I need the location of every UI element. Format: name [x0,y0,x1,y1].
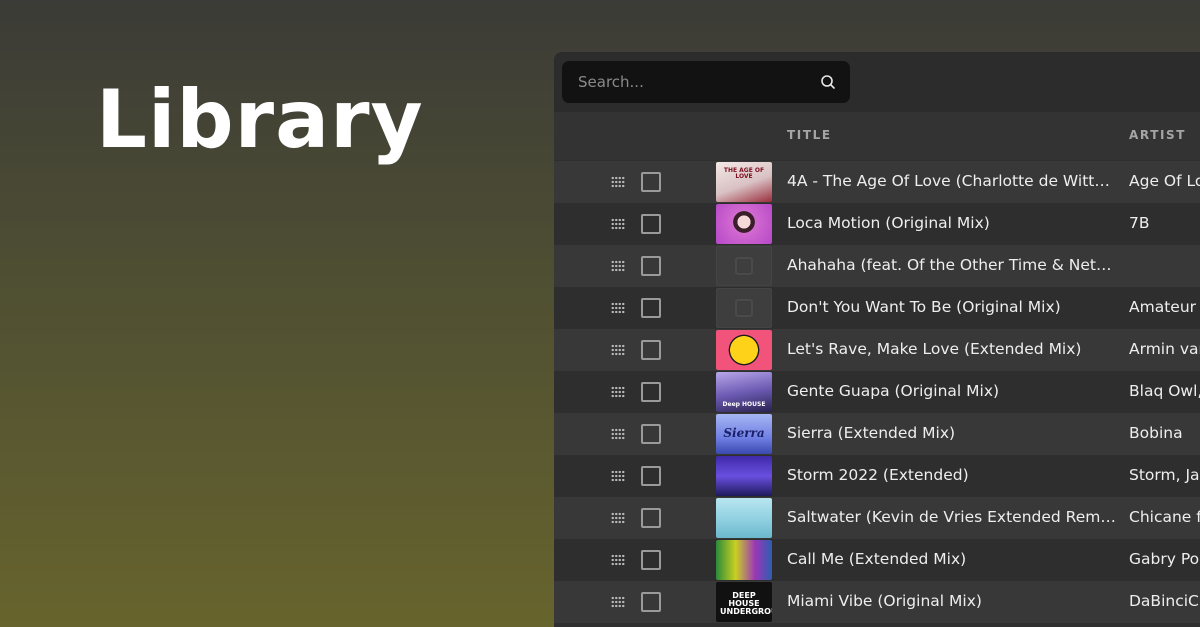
track-artist: Amateur [1129,298,1197,316]
track-artist: Age Of Lo [1129,172,1200,190]
track-title: Miami Vibe (Original Mix) [787,592,982,610]
track-title: Ahahaha (feat. Of the Other Time & NetNa… [787,256,1117,274]
page-title: Library [96,73,424,166]
row-checkbox[interactable] [641,340,661,360]
row-checkbox[interactable] [641,214,661,234]
placeholder-art-icon [735,299,753,317]
table-row[interactable]: Saltwater (Kevin de Vries Extended Remix… [554,497,1200,539]
track-artist: Gabry Po [1129,550,1200,568]
row-checkbox[interactable] [641,466,661,486]
table-header: TITLE ARTIST [554,112,1200,160]
row-checkbox[interactable] [641,172,661,192]
row-checkbox[interactable] [641,382,661,402]
album-art-text: THE AGE OF LOVE [723,167,765,180]
drag-handle-icon[interactable] [611,260,625,272]
album-art [716,540,772,580]
album-art [716,288,772,328]
album-art: Deep HOUSE [716,372,772,412]
column-header-artist[interactable]: ARTIST [1129,128,1186,142]
search-bar[interactable] [562,61,850,103]
row-checkbox[interactable] [641,592,661,612]
drag-handle-icon[interactable] [611,596,625,608]
track-title: Call Me (Extended Mix) [787,550,967,568]
table-row[interactable]: Sierra Sierra (Extended Mix) Bobina [554,413,1200,455]
album-art-text: Deep HOUSE [722,401,766,408]
drag-handle-icon[interactable] [611,176,625,188]
table-row[interactable]: DEEP HOUSE UNDERGROUND Miami Vibe (Origin… [554,581,1200,623]
track-title: 4A - The Age Of Love (Charlotte de Witte… [787,172,1117,190]
row-checkbox[interactable] [641,508,661,528]
track-title: Don't You Want To Be (Original Mix) [787,298,1061,316]
drag-handle-icon[interactable] [611,344,625,356]
drag-handle-icon[interactable] [611,302,625,314]
drag-handle-icon[interactable] [611,386,625,398]
table-row[interactable]: Call Me (Extended Mix) Gabry Po [554,539,1200,581]
track-title: Gente Guapa (Original Mix) [787,382,1000,400]
row-checkbox[interactable] [641,256,661,276]
drag-handle-icon[interactable] [611,470,625,482]
album-art-text: Sierra [723,426,765,440]
drag-handle-icon[interactable] [611,428,625,440]
table-row[interactable]: Ahahaha (feat. Of the Other Time & NetNa… [554,245,1200,287]
track-artist: Blaq Owl, [1129,382,1200,400]
drag-handle-icon[interactable] [611,554,625,566]
album-art: DEEP HOUSE UNDERGROUND [716,582,772,622]
placeholder-art-icon [735,257,753,275]
track-artist: Chicane f [1129,508,1200,526]
search-icon[interactable] [820,74,836,90]
column-header-title[interactable]: TITLE [787,128,832,142]
track-artist: Bobina [1129,424,1183,442]
track-artist: Armin var [1129,340,1200,358]
track-title: Loca Motion (Original Mix) [787,214,990,232]
track-title: Saltwater (Kevin de Vries Extended Remix… [787,508,1117,526]
album-art [716,204,772,244]
album-art-text: DEEP HOUSE UNDERGROUND [720,591,772,616]
album-art: Sierra [716,414,772,454]
table-row[interactable]: Let's Rave, Make Love (Extended Mix) Armi… [554,329,1200,371]
track-artist: Storm, Ja [1129,466,1200,484]
track-artist: DaBinciC [1129,592,1199,610]
track-list: THE AGE OF LOVE 4A - The Age Of Love (Cha… [554,161,1200,623]
album-art [716,498,772,538]
drag-handle-icon[interactable] [611,512,625,524]
table-row[interactable]: THE AGE OF LOVE 4A - The Age Of Love (Cha… [554,161,1200,203]
album-art: THE AGE OF LOVE [716,162,772,202]
table-row[interactable]: Loca Motion (Original Mix) 7B [554,203,1200,245]
search-input[interactable] [578,73,820,91]
row-checkbox[interactable] [641,424,661,444]
album-art [716,456,772,496]
row-checkbox[interactable] [641,550,661,570]
track-title: Sierra (Extended Mix) [787,424,956,442]
track-title: Storm 2022 (Extended) [787,466,969,484]
table-row[interactable]: Deep HOUSE Gente Guapa (Original Mix) Blaq… [554,371,1200,413]
row-checkbox[interactable] [641,298,661,318]
track-title: Let's Rave, Make Love (Extended Mix) [787,340,1082,358]
album-art [716,246,772,286]
album-art [716,330,772,370]
table-row[interactable]: Don't You Want To Be (Original Mix) Amate… [554,287,1200,329]
track-artist: 7B [1129,214,1150,232]
table-row[interactable]: Storm 2022 (Extended) Storm, Ja [554,455,1200,497]
drag-handle-icon[interactable] [611,218,625,230]
